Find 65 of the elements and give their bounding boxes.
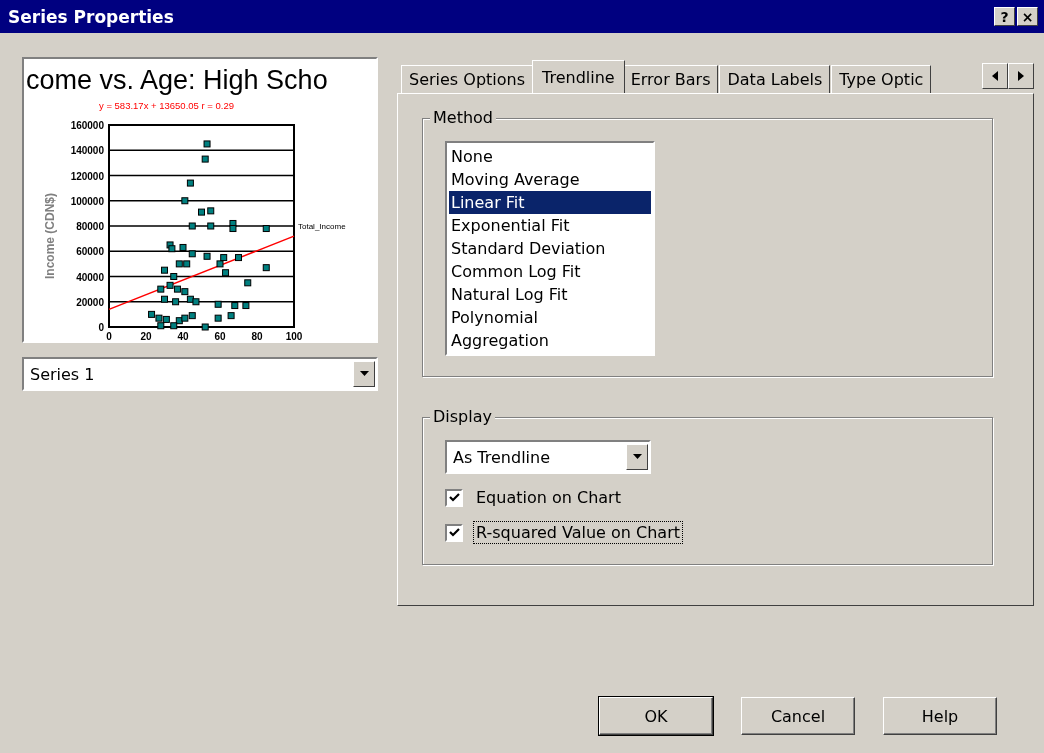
list-item[interactable]: Standard Deviation: [449, 237, 651, 260]
scroll-left-button[interactable]: [982, 63, 1008, 89]
list-item[interactable]: None: [449, 145, 651, 168]
x-tick-label: 0: [106, 331, 112, 341]
list-item[interactable]: Exponential Fit: [449, 214, 651, 237]
right-arrow-icon: [1018, 71, 1024, 81]
y-tick-label: 160000: [70, 120, 104, 131]
data-point: [186, 179, 194, 187]
list-item[interactable]: Linear Fit: [449, 191, 651, 214]
x-tick-label: 100: [285, 331, 303, 341]
data-point: [201, 155, 209, 163]
tab[interactable]: Error Bars: [622, 65, 719, 93]
checkbox-label[interactable]: Equation on Chart: [473, 486, 624, 509]
y-tick-label: 140000: [70, 145, 104, 157]
display-dropdown[interactable]: As Trendline: [445, 440, 651, 474]
y-tick-label: 60000: [76, 246, 104, 258]
y-tick-label: 120000: [70, 170, 104, 182]
checkbox[interactable]: [445, 523, 463, 542]
caret-icon: [359, 371, 369, 377]
x-tick-label: 20: [140, 331, 152, 341]
data-point: [203, 140, 211, 148]
check-icon: [448, 493, 460, 502]
list-item[interactable]: Moving Average: [449, 168, 651, 191]
left-arrow-icon: [992, 71, 998, 81]
y-axis-label: Income (CDN$): [43, 193, 57, 279]
list-item[interactable]: Common Log Fit: [449, 260, 651, 283]
y-tick-label: 40000: [76, 271, 104, 283]
data-point: [214, 314, 222, 322]
dialog-button[interactable]: Help: [883, 697, 997, 735]
checkbox-label[interactable]: R-squared Value on Chart: [473, 521, 683, 544]
dialog-button[interactable]: OK: [599, 697, 713, 735]
help-button[interactable]: ?: [994, 7, 1015, 26]
data-point: [262, 264, 270, 272]
tab[interactable]: Series Options: [401, 65, 534, 93]
x-tick-label: 60: [214, 331, 226, 341]
list-item[interactable]: Polynomial: [449, 306, 651, 329]
series-dropdown[interactable]: Series 1: [22, 357, 378, 391]
data-point: [207, 207, 215, 215]
list-item[interactable]: Aggregation: [449, 329, 651, 352]
tab[interactable]: Data Labels: [719, 65, 831, 93]
list-item[interactable]: Natural Log Fit: [449, 283, 651, 306]
y-tick-label: 80000: [76, 221, 104, 232]
close-button[interactable]: ×: [1017, 7, 1038, 26]
window-title: Series Properties: [8, 6, 175, 27]
tab[interactable]: Trendline: [532, 60, 625, 93]
y-tick-label: 20000: [76, 296, 104, 308]
dialog-button[interactable]: Cancel: [741, 697, 855, 735]
caret-icon: [632, 454, 642, 460]
x-tick-label: 80: [251, 331, 263, 341]
checkbox[interactable]: [445, 488, 463, 507]
data-point: [161, 266, 168, 274]
series-label: Total_Income: [298, 222, 346, 231]
x-tick-label: 40: [177, 331, 189, 341]
group-label: Display: [430, 407, 495, 426]
scroll-right-button[interactable]: [1008, 63, 1034, 89]
data-point: [235, 254, 242, 262]
chart-title: come vs. Age: High Scho: [26, 65, 328, 95]
data-point: [227, 312, 235, 320]
trend-equation: y = 583.17x + 13650.05 r = 0.29: [99, 100, 234, 111]
y-tick-label: 0: [98, 322, 104, 333]
check-icon: [448, 528, 460, 537]
data-point: [198, 208, 205, 216]
y-tick-label: 100000: [70, 195, 104, 207]
data-point: [244, 279, 252, 287]
tab[interactable]: Type Optic: [831, 65, 932, 93]
